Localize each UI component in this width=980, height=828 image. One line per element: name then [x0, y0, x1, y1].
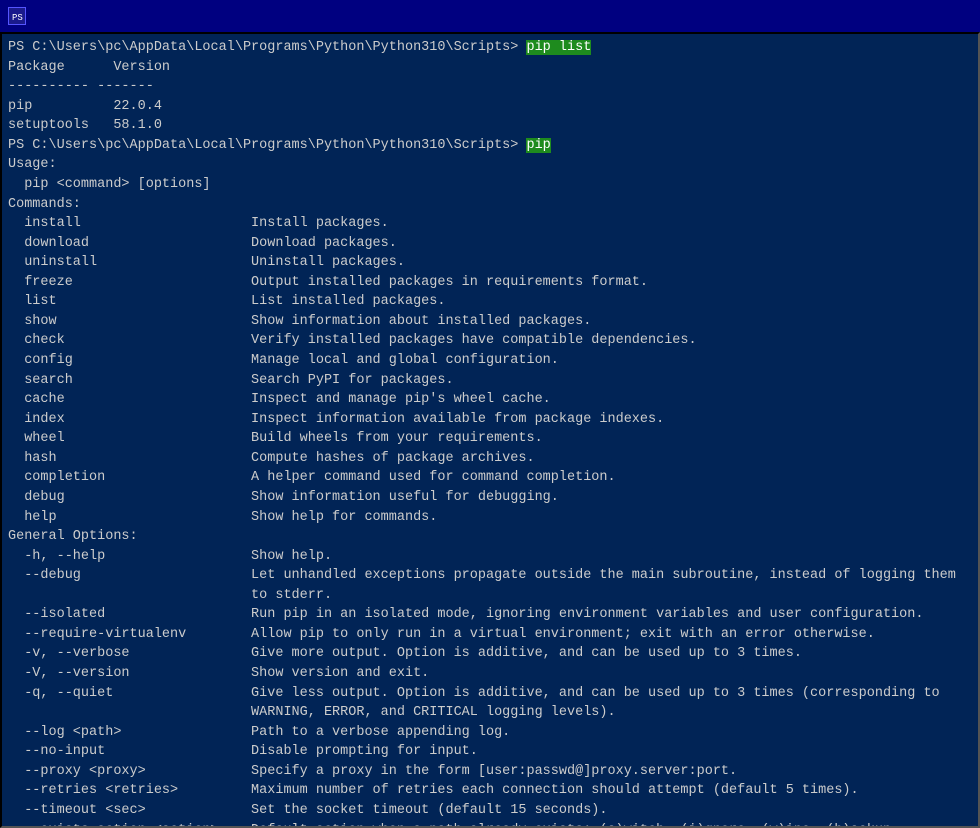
terminal-line: pip <command> [options] — [8, 175, 972, 195]
terminal-line: to stderr. — [8, 586, 972, 606]
ps-prompt: PS C:\Users\pc\AppData\Local\Programs\Py… — [8, 138, 526, 153]
terminal-line: uninstall Uninstall packages. — [8, 253, 972, 273]
terminal-line: -q, --quiet Give less output. Option is … — [8, 684, 972, 704]
terminal-line: freeze Output installed packages in requ… — [8, 273, 972, 293]
terminal-line: list List installed packages. — [8, 292, 972, 312]
terminal-line: config Manage local and global configura… — [8, 351, 972, 371]
terminal-line: Usage: — [8, 155, 972, 175]
terminal-line: setuptools 58.1.0 — [8, 116, 972, 136]
terminal-line: hash Compute hashes of package archives. — [8, 449, 972, 469]
terminal-line: Commands: — [8, 195, 972, 215]
command-highlight: pip — [526, 138, 550, 153]
terminal-line: --timeout <sec> Set the socket timeout (… — [8, 801, 972, 821]
terminal-line: --retries <retries> Maximum number of re… — [8, 781, 972, 801]
terminal-line: Package Version — [8, 58, 972, 78]
titlebar: PS — [0, 0, 980, 32]
window-icon: PS — [8, 7, 26, 25]
terminal-line: --log <path> Path to a verbose appending… — [8, 723, 972, 743]
terminal-line: PS C:\Users\pc\AppData\Local\Programs\Py… — [8, 38, 972, 58]
terminal-line: help Show help for commands. — [8, 508, 972, 528]
terminal-line: -h, --help Show help. — [8, 547, 972, 567]
terminal-line: --require-virtualenv Allow pip to only r… — [8, 625, 972, 645]
window-controls — [830, 4, 972, 28]
minimize-button[interactable] — [830, 4, 876, 28]
terminal-line: --debug Let unhandled exceptions propaga… — [8, 566, 972, 586]
terminal-line: --no-input Disable prompting for input. — [8, 742, 972, 762]
terminal-line: PS C:\Users\pc\AppData\Local\Programs\Py… — [8, 136, 972, 156]
terminal-line: --isolated Run pip in an isolated mode, … — [8, 605, 972, 625]
terminal-line: --exists-action <action> Default action … — [8, 821, 972, 828]
terminal-line: debug Show information useful for debugg… — [8, 488, 972, 508]
terminal-line: -V, --version Show version and exit. — [8, 664, 972, 684]
powershell-window: PS PS C:\Users\pc\AppData\Local\Programs… — [0, 0, 980, 828]
terminal-line: wheel Build wheels from your requirement… — [8, 429, 972, 449]
terminal-line: cache Inspect and manage pip's wheel cac… — [8, 390, 972, 410]
maximize-button[interactable] — [878, 4, 924, 28]
terminal-line: --proxy <proxy> Specify a proxy in the f… — [8, 762, 972, 782]
ps-prompt: PS C:\Users\pc\AppData\Local\Programs\Py… — [8, 40, 526, 55]
terminal-line: WARNING, ERROR, and CRITICAL logging lev… — [8, 703, 972, 723]
terminal-line: search Search PyPI for packages. — [8, 371, 972, 391]
terminal-line: index Inspect information available from… — [8, 410, 972, 430]
terminal-output[interactable]: PS C:\Users\pc\AppData\Local\Programs\Py… — [0, 32, 980, 828]
terminal-line: check Verify installed packages have com… — [8, 331, 972, 351]
terminal-line: download Download packages. — [8, 234, 972, 254]
terminal-line: completion A helper command used for com… — [8, 468, 972, 488]
terminal-line: pip 22.0.4 — [8, 97, 972, 117]
terminal-line: General Options: — [8, 527, 972, 547]
terminal-line: show Show information about installed pa… — [8, 312, 972, 332]
terminal-line: install Install packages. — [8, 214, 972, 234]
close-button[interactable] — [926, 4, 972, 28]
terminal-line: ---------- ------- — [8, 77, 972, 97]
svg-text:PS: PS — [12, 13, 23, 23]
command-highlight: pip list — [526, 40, 591, 55]
terminal-line: -v, --verbose Give more output. Option i… — [8, 644, 972, 664]
